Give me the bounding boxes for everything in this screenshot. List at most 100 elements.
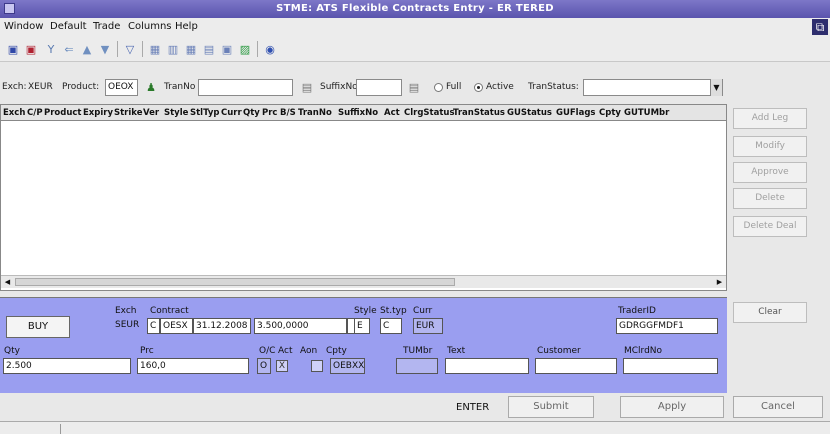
traderid-field[interactable]: GDRGGFMDF1: [616, 318, 718, 334]
buy-button[interactable]: BUY: [6, 316, 70, 338]
cp-field[interactable]: C: [147, 318, 160, 334]
column-header[interactable]: SuffixNo: [338, 108, 378, 118]
menu-columns[interactable]: Columns: [128, 21, 172, 32]
scroll-right-icon[interactable]: ▶: [713, 276, 726, 288]
column-header[interactable]: Prc: [262, 108, 277, 118]
export-icon[interactable]: ▨: [236, 40, 254, 58]
column-header[interactable]: Exch: [3, 108, 25, 118]
up-icon[interactable]: ▲: [78, 40, 96, 58]
chevron-down-icon[interactable]: ▼: [710, 79, 722, 96]
cancel-button[interactable]: Cancel: [733, 396, 823, 418]
traderid-label: TraderID: [618, 306, 656, 316]
list-icon[interactable]: ▤: [200, 40, 218, 58]
globe-icon[interactable]: ◉: [261, 40, 279, 58]
window-restore-icon[interactable]: ⧉: [812, 19, 828, 35]
clear-button[interactable]: Clear: [733, 302, 807, 323]
down-icon[interactable]: ▼: [96, 40, 114, 58]
menu-help[interactable]: Help: [175, 21, 198, 32]
delete-deal-button[interactable]: Delete Deal: [733, 216, 807, 237]
trades-table: Exch C/P Product Expiry Strike Ver Style…: [0, 104, 727, 291]
product-input[interactable]: OEOX: [105, 79, 138, 96]
scrollbar-thumb[interactable]: [15, 278, 455, 286]
add-leg-button[interactable]: Add Leg: [733, 108, 807, 129]
save-all-icon[interactable]: ▣: [22, 40, 40, 58]
save-icon[interactable]: ▣: [4, 40, 22, 58]
cpty-field[interactable]: OEBXX: [330, 358, 365, 374]
active-radio[interactable]: [474, 83, 483, 92]
column-header[interactable]: B/S: [280, 108, 296, 118]
menu-trade[interactable]: Trade: [93, 21, 120, 32]
expiry-field[interactable]: 31.12.2008: [193, 318, 251, 334]
column-header[interactable]: Qty: [243, 108, 260, 118]
open-close-field[interactable]: O: [257, 358, 271, 374]
column-header[interactable]: Ver: [143, 108, 159, 118]
column-header[interactable]: Strike: [114, 108, 142, 118]
menu-window[interactable]: Window: [4, 21, 43, 32]
apply-button[interactable]: Apply: [620, 396, 724, 418]
customer-field[interactable]: [535, 358, 617, 374]
text-field[interactable]: [445, 358, 529, 374]
title-bar: STME: ATS Flexible Contracts Entry - ER …: [0, 0, 830, 18]
product-field[interactable]: OESX: [160, 318, 193, 334]
columns-icon[interactable]: ▥: [164, 40, 182, 58]
modify-button[interactable]: Modify: [733, 136, 807, 157]
status-divider: [60, 424, 61, 434]
product-label: Product:: [62, 82, 100, 92]
exch-label: Exch: [115, 306, 137, 316]
exch-label: Exch:: [2, 82, 27, 92]
column-header[interactable]: ClrgStatus: [404, 108, 455, 118]
tumbr-label: TUMbr: [403, 346, 433, 356]
window-title: STME: ATS Flexible Contracts Entry - ER …: [276, 3, 554, 14]
column-header[interactable]: Act: [384, 108, 400, 118]
suffix-label: SuffixNo:: [320, 82, 361, 92]
style-field[interactable]: E: [354, 318, 370, 334]
column-header[interactable]: GUStatus: [507, 108, 552, 118]
tranno-lookup-icon[interactable]: ▤: [298, 78, 316, 96]
column-header[interactable]: Expiry: [83, 108, 113, 118]
tranno-input[interactable]: [198, 79, 293, 96]
approve-button[interactable]: Approve: [733, 162, 807, 183]
stltyp-field[interactable]: C: [380, 318, 402, 334]
transtatus-select[interactable]: [583, 79, 723, 96]
quantity-field[interactable]: 2.500: [3, 358, 131, 374]
act-checkbox[interactable]: X: [276, 360, 288, 372]
transtatus-label: TranStatus:: [528, 82, 579, 92]
submit-button[interactable]: Submit: [508, 396, 594, 418]
grid-icon[interactable]: ▦: [146, 40, 164, 58]
active-label: Active: [486, 82, 514, 92]
filter-bar: Exch: XEUR Product: OEOX ♟ TranNo ▤ Suff…: [0, 76, 830, 100]
column-header[interactable]: Product: [44, 108, 82, 118]
stltyp-label: St.typ: [380, 306, 407, 316]
status-bar: [0, 421, 830, 434]
scroll-left-icon[interactable]: ◀: [1, 276, 14, 288]
column-header[interactable]: Style: [164, 108, 188, 118]
layout-icon[interactable]: ▣: [218, 40, 236, 58]
column-header[interactable]: StlTyp: [190, 108, 220, 118]
product-lookup-icon[interactable]: ♟: [142, 78, 160, 96]
table-icon[interactable]: ▦: [182, 40, 200, 58]
suffix-lookup-icon[interactable]: ▤: [405, 78, 423, 96]
column-header[interactable]: GUTUMbr: [624, 108, 669, 118]
column-header[interactable]: TranStatus: [453, 108, 505, 118]
funnel-icon[interactable]: ▽: [121, 40, 139, 58]
horizontal-scrollbar[interactable]: ◀ ▶: [1, 275, 726, 288]
delete-button[interactable]: Delete: [733, 188, 807, 209]
tranno-label: TranNo: [164, 82, 196, 92]
column-header[interactable]: GUFlags: [556, 108, 595, 118]
mclrdno-field[interactable]: [623, 358, 718, 374]
aon-checkbox[interactable]: [311, 360, 323, 372]
strike-field[interactable]: 3.500,0000: [254, 318, 347, 334]
menu-default[interactable]: Default: [50, 21, 87, 32]
full-radio[interactable]: [434, 83, 443, 92]
column-header[interactable]: C/P: [27, 108, 43, 118]
column-header[interactable]: TranNo: [298, 108, 332, 118]
act-label: Act: [278, 346, 293, 356]
column-header[interactable]: Cpty: [599, 108, 621, 118]
back-icon[interactable]: ⇐: [60, 40, 78, 58]
filter-icon[interactable]: Y: [42, 40, 60, 58]
suffix-input[interactable]: [356, 79, 402, 96]
full-label: Full: [446, 82, 462, 92]
currency-field: EUR: [413, 318, 443, 334]
price-field[interactable]: 160,0: [137, 358, 249, 374]
column-header[interactable]: Curr: [221, 108, 242, 118]
